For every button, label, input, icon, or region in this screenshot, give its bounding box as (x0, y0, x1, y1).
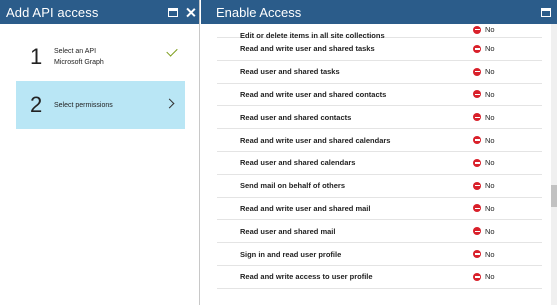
step-select-permissions[interactable]: 2 Select permissions (16, 81, 185, 129)
permission-label: Read user and shared calendars (240, 158, 356, 168)
permission-row[interactable]: Read user and shared mail No (217, 220, 542, 244)
permission-row[interactable]: Read and write user and shared mail No (217, 198, 542, 221)
permission-value: No (485, 25, 495, 34)
step-number: 2 (30, 92, 43, 117)
permission-toggle[interactable]: No (473, 250, 495, 259)
no-status-icon (473, 136, 481, 145)
maximize-icon[interactable] (541, 7, 551, 17)
blade-header-controls (541, 0, 551, 24)
permission-row[interactable]: Read user and shared calendars No (217, 152, 542, 175)
permission-label: Read and write user and shared contacts (240, 89, 387, 99)
permission-value: No (485, 272, 495, 282)
permission-row[interactable]: Read and write user and shared tasks No (217, 38, 542, 61)
permission-label: Read user and shared contacts (240, 112, 352, 122)
no-status-icon (473, 158, 481, 167)
permission-toggle[interactable]: No (473, 272, 495, 281)
permission-label: Read and write access to user profile (240, 272, 373, 282)
step-select-api[interactable]: 1 Select an API Microsoft Graph (16, 33, 185, 81)
permission-value: No (485, 226, 495, 236)
no-status-icon (473, 113, 481, 122)
permission-label: Sign in and read user profile (240, 249, 342, 259)
scrollbar-thumb[interactable] (551, 185, 557, 207)
permission-row[interactable]: Read and write user and shared calendars… (217, 129, 542, 152)
maximize-icon[interactable] (168, 7, 178, 17)
permission-label: Read and write user and shared tasks (240, 44, 375, 54)
step-number: 1 (30, 44, 43, 69)
chevron-right-icon (164, 98, 175, 109)
permission-row[interactable]: Read and write access to user profile No (217, 266, 542, 289)
enable-access-blade: Enable Access Edit or delete items in al… (201, 0, 557, 305)
no-status-icon (473, 44, 481, 53)
permission-label: Read and write user and shared mail (240, 203, 371, 213)
no-status-icon (473, 250, 481, 259)
permissions-list: Edit or delete items in all site collect… (217, 24, 542, 305)
permission-value: No (485, 135, 495, 145)
blade-header-controls (168, 0, 195, 24)
permission-toggle[interactable]: No (473, 136, 495, 145)
permission-label: Send mail on behalf of others (240, 181, 346, 191)
blade-header: Add API access (0, 0, 199, 24)
permission-toggle[interactable]: No (473, 204, 495, 213)
no-status-icon (473, 204, 481, 213)
no-status-icon (473, 90, 481, 99)
scrollbar[interactable] (551, 24, 557, 305)
permission-toggle[interactable]: No (473, 227, 495, 236)
step-subtitle: Microsoft Graph (54, 59, 104, 66)
no-status-icon (473, 181, 481, 190)
blade-title: Add API access (6, 4, 99, 20)
permission-toggle[interactable]: No (473, 113, 495, 122)
no-status-icon (473, 67, 481, 76)
permission-value: No (485, 181, 495, 191)
permission-label: Read user and shared mail (240, 226, 336, 236)
blade-header: Enable Access (201, 0, 557, 24)
permission-value: No (485, 203, 495, 213)
permission-value: No (485, 44, 495, 54)
close-icon[interactable] (186, 8, 195, 17)
blade-title: Enable Access (216, 4, 302, 20)
permission-toggle[interactable]: No (473, 67, 495, 76)
permission-row[interactable]: Edit or delete items in all site collect… (217, 24, 542, 40)
permission-row[interactable]: Sign in and read user profile No (217, 243, 542, 266)
step-text: Select permissions (54, 100, 113, 111)
permission-toggle[interactable]: No (473, 90, 495, 99)
no-status-icon (473, 25, 481, 34)
permission-value: No (485, 89, 495, 99)
permission-label: Read user and shared tasks (240, 67, 340, 77)
permission-value: No (485, 249, 495, 259)
permission-toggle[interactable]: No (473, 44, 495, 53)
checkmark-icon (166, 45, 178, 57)
permission-value: No (485, 158, 495, 168)
add-api-access-blade: Add API access 1 Select an API Microsoft… (0, 0, 200, 305)
permission-toggle[interactable]: No (473, 158, 495, 167)
step-title: Select an API (54, 48, 97, 55)
step-title: Select permissions (54, 101, 113, 109)
step-text: Select an API Microsoft Graph (54, 46, 104, 68)
no-status-icon (473, 272, 481, 281)
permission-row[interactable]: Read user and shared contacts No (217, 106, 542, 130)
permission-toggle[interactable]: No (473, 25, 495, 34)
permission-row[interactable]: Read user and shared tasks No (217, 61, 542, 84)
permission-value: No (485, 67, 495, 77)
permission-row[interactable]: Read and write user and shared contacts N… (217, 84, 542, 107)
permission-row[interactable]: Send mail on behalf of others No (217, 175, 542, 198)
permission-toggle[interactable]: No (473, 181, 495, 190)
wizard-steps: 1 Select an API Microsoft Graph 2 Select… (16, 33, 185, 129)
permission-value: No (485, 112, 495, 122)
no-status-icon (473, 227, 481, 236)
permission-label: Read and write user and shared calendars (240, 135, 391, 145)
